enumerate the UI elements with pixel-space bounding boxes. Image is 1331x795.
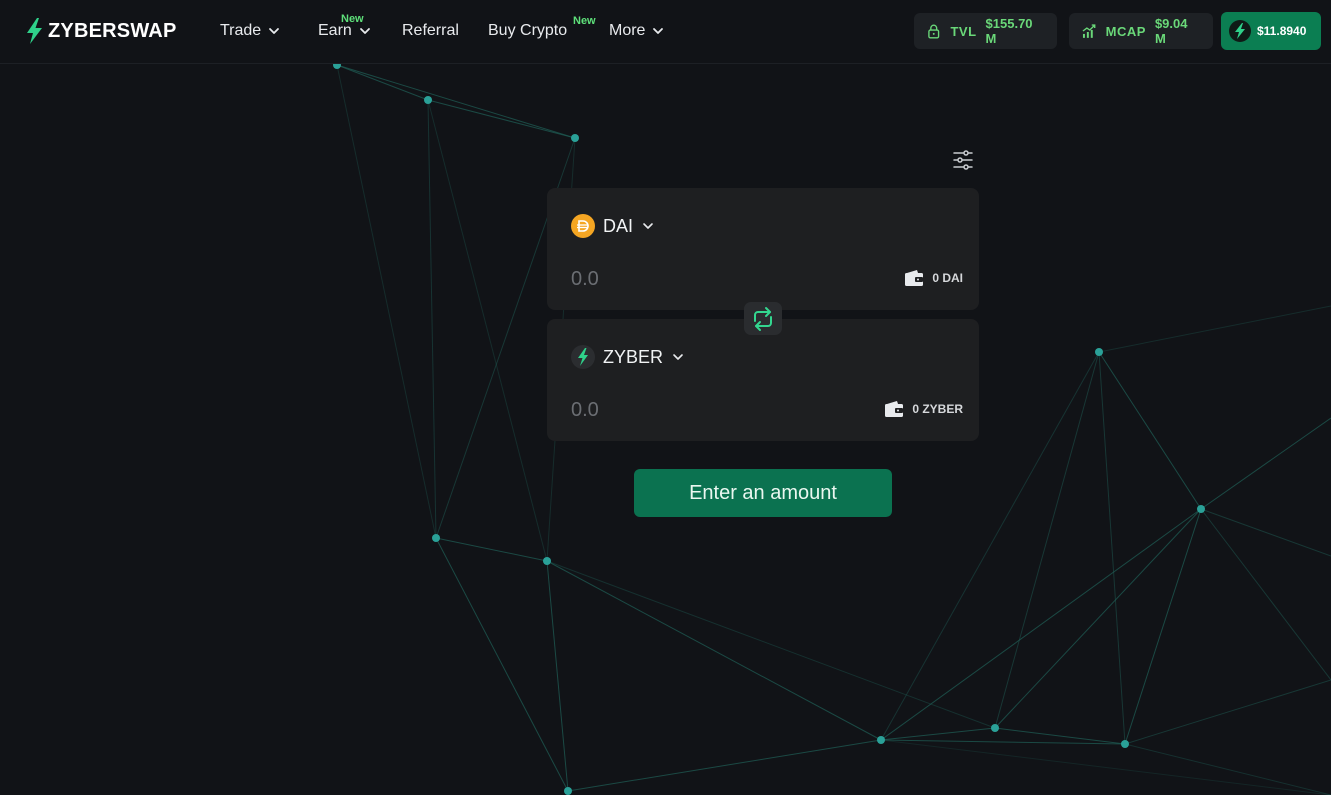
nav-referral[interactable]: Referral (402, 20, 459, 42)
swap-arrows-icon (754, 306, 772, 331)
from-balance: 0 DAI (904, 266, 963, 290)
zyber-price-value: $11.8940 (1257, 24, 1307, 38)
chevron-down-icon (673, 354, 683, 360)
nav-earn-new-badge: New (341, 13, 364, 25)
top-navbar: ZYBERSWAP Trade Earn New Referral Buy Cr… (0, 0, 1331, 64)
nav-referral-label: Referral (402, 22, 459, 39)
nav-more-label: More (609, 22, 646, 39)
chevron-down-icon (653, 28, 664, 34)
nav-buy-crypto-label: Buy Crypto (488, 22, 568, 39)
swap-direction-button[interactable] (744, 302, 782, 335)
mcap-label: MCAP (1105, 23, 1146, 39)
zyber-bolt-icon (571, 345, 595, 369)
to-balance: 0 ZYBER (884, 397, 963, 421)
nav-trade[interactable]: Trade (220, 20, 280, 42)
settings-sliders-icon[interactable] (952, 149, 974, 171)
chevron-down-icon (269, 28, 280, 34)
bolt-logo-icon (27, 18, 42, 44)
to-token-card: ZYBER 0 ZYBER (547, 319, 979, 441)
to-token-name: ZYBER (603, 346, 664, 367)
from-amount-input[interactable] (571, 266, 811, 292)
to-balance-value: 0 ZYBER (912, 402, 963, 416)
chevron-down-icon (643, 223, 653, 229)
brand-name: ZYBERSWAP (48, 19, 177, 42)
dai-icon (571, 214, 595, 238)
nav-more[interactable]: More (609, 20, 664, 42)
from-token-card: DAI 0 DAI (547, 188, 979, 310)
lock-icon (928, 24, 940, 39)
from-balance-value: 0 DAI (932, 271, 963, 285)
mcap-stat: MCAP $9.04 M (1069, 13, 1213, 49)
zyber-price-button[interactable]: $11.8940 (1221, 12, 1321, 50)
tvl-stat: TVL $155.70 M (914, 13, 1057, 49)
nav-trade-label: Trade (220, 22, 262, 39)
wallet-icon (885, 401, 904, 417)
to-amount-input[interactable] (571, 397, 811, 423)
nav-buy-crypto-new-badge: New (573, 15, 596, 27)
nav-buy-crypto[interactable]: Buy Crypto (488, 20, 567, 42)
tvl-label: TVL (950, 23, 977, 39)
from-token-name: DAI (603, 215, 634, 236)
tvl-value: $155.70 M (985, 16, 1033, 46)
wallet-icon (905, 270, 924, 286)
mcap-value: $9.04 M (1154, 16, 1188, 46)
chart-icon (1082, 24, 1096, 38)
to-token-selector[interactable]: ZYBER (571, 344, 684, 370)
brand-logo[interactable]: ZYBERSWAP (24, 17, 176, 45)
from-token-selector[interactable]: DAI (571, 213, 654, 239)
enter-amount-button[interactable]: Enter an amount (634, 469, 892, 517)
bolt-icon (1229, 20, 1251, 42)
chevron-down-icon (359, 28, 370, 34)
